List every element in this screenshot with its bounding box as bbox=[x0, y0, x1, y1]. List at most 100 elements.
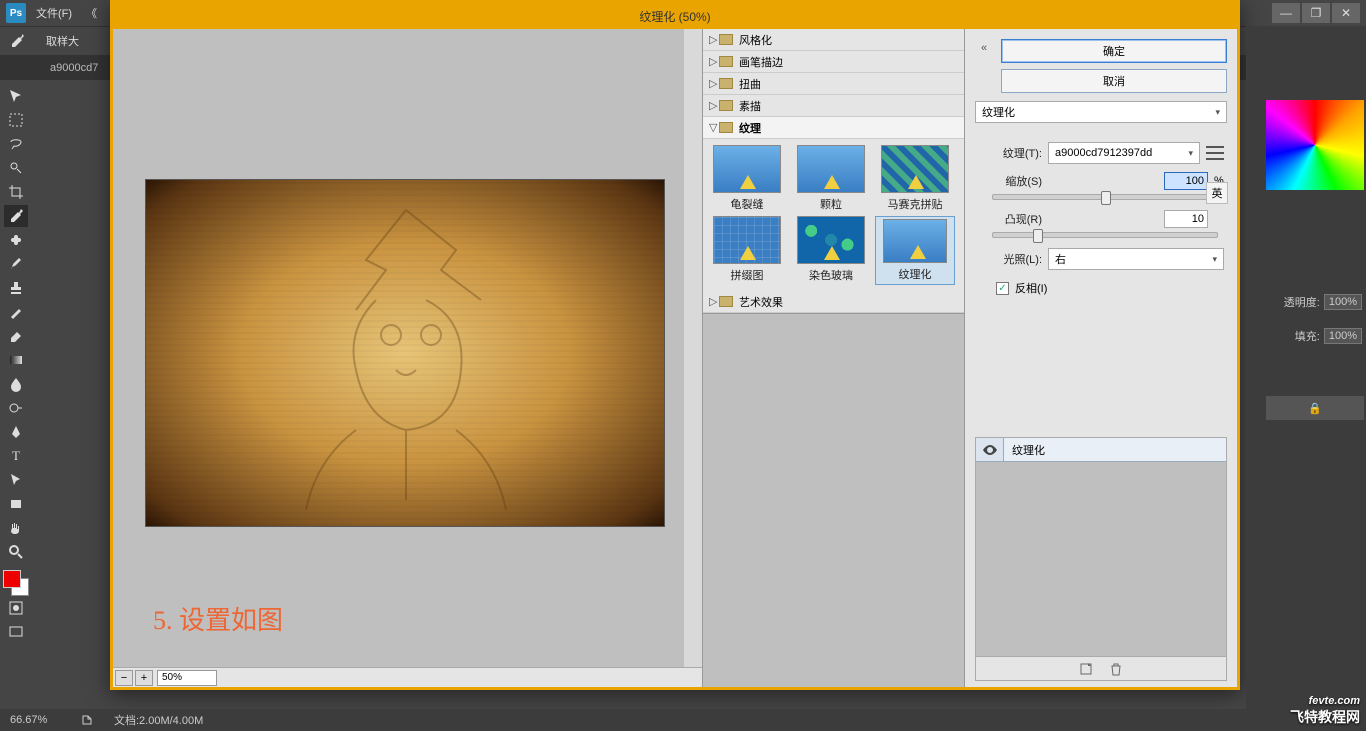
zoom-out-button[interactable]: − bbox=[115, 670, 133, 686]
texture-thumbnails: 龟裂缝 颗粒 马赛克拼贴 拼缀图 染色玻璃 纹理化 bbox=[703, 139, 964, 291]
category-label: 艺术效果 bbox=[739, 294, 783, 310]
delete-effect-icon[interactable] bbox=[1108, 661, 1124, 677]
marquee-tool[interactable] bbox=[4, 109, 28, 131]
thumb-texturizer[interactable]: 纹理化 bbox=[875, 216, 955, 285]
category-artistic[interactable]: ▷艺术效果 bbox=[703, 291, 964, 313]
scale-label: 缩放(S) bbox=[986, 173, 1042, 189]
category-brushstrokes[interactable]: ▷画笔描边 bbox=[703, 51, 964, 73]
filter-settings-pane: « 确定 取消 纹理化▾ 纹理(T): a9000cd7912397dd▾ 缩放… bbox=[965, 29, 1237, 687]
category-stylize[interactable]: ▷风格化 bbox=[703, 29, 964, 51]
filter-select-value: 纹理化 bbox=[982, 104, 1015, 120]
cancel-button[interactable]: 取消 bbox=[1001, 69, 1227, 93]
fill-value[interactable]: 100% bbox=[1324, 328, 1362, 344]
right-dock: 透明度: 100% 填充: 100% 🔒 bbox=[1246, 26, 1366, 726]
status-docinfo: 文档:2.00M/4.00M bbox=[114, 712, 203, 728]
pen-tool[interactable] bbox=[4, 421, 28, 443]
brush-tool[interactable] bbox=[4, 253, 28, 275]
healing-tool[interactable] bbox=[4, 229, 28, 251]
thumb-mosaic[interactable]: 马赛克拼贴 bbox=[875, 145, 955, 212]
eyedropper-icon bbox=[8, 32, 26, 50]
crop-tool[interactable] bbox=[4, 181, 28, 203]
document-tab[interactable]: a9000cd7 bbox=[40, 58, 108, 78]
foreground-color[interactable] bbox=[3, 570, 21, 588]
menu-more[interactable]: 《 bbox=[86, 5, 97, 21]
light-dropdown[interactable]: 右▾ bbox=[1048, 248, 1224, 270]
zoom-in-button[interactable]: + bbox=[135, 670, 153, 686]
filter-gallery-dialog: 纹理化 (50%) 5. 设置如图 − + 50% bbox=[110, 0, 1240, 690]
window-minimize[interactable]: — bbox=[1272, 3, 1300, 23]
relief-label: 凸现(R) bbox=[986, 211, 1042, 227]
texturizer-controls: 纹理(T): a9000cd7912397dd▾ 缩放(S) % 英 凸现(R) bbox=[975, 135, 1227, 307]
export-icon[interactable] bbox=[80, 713, 94, 727]
color-panel[interactable] bbox=[1266, 100, 1364, 190]
invert-label: 反相(I) bbox=[1015, 280, 1047, 296]
texture-value: a9000cd7912397dd bbox=[1055, 147, 1152, 159]
category-label: 画笔描边 bbox=[739, 54, 783, 70]
thumb-label: 拼缀图 bbox=[731, 267, 764, 283]
thumb-grain[interactable]: 颗粒 bbox=[791, 145, 871, 212]
watermark-cn: 飞特教程网 bbox=[1290, 707, 1360, 727]
invert-checkbox[interactable]: ✓ bbox=[996, 282, 1009, 295]
category-texture[interactable]: ▽纹理 bbox=[703, 117, 964, 139]
window-maximize[interactable]: ❐ bbox=[1302, 3, 1330, 23]
watermark-url: fevte.com bbox=[1309, 695, 1360, 707]
eyedropper-tool[interactable] bbox=[4, 205, 28, 227]
blur-tool[interactable] bbox=[4, 373, 28, 395]
filter-category-pane: ▷风格化 ▷画笔描边 ▷扭曲 ▷素描 ▽纹理 龟裂缝 颗粒 马赛克拼贴 拼缀图 … bbox=[703, 29, 965, 687]
type-tool[interactable]: T bbox=[4, 445, 28, 467]
new-effect-icon[interactable] bbox=[1078, 661, 1094, 677]
thumb-craquelure[interactable]: 龟裂缝 bbox=[707, 145, 787, 212]
ime-indicator: 英 bbox=[1206, 182, 1228, 204]
path-select-tool[interactable] bbox=[4, 469, 28, 491]
app-logo: Ps bbox=[6, 3, 26, 23]
visibility-toggle[interactable] bbox=[976, 438, 1004, 461]
filter-select[interactable]: 纹理化▾ bbox=[975, 101, 1227, 123]
zoom-value[interactable]: 50% bbox=[157, 670, 217, 686]
texture-menu-icon[interactable] bbox=[1206, 146, 1224, 160]
stamp-tool[interactable] bbox=[4, 277, 28, 299]
thumb-stainedglass[interactable]: 染色玻璃 bbox=[791, 216, 871, 285]
scale-slider[interactable] bbox=[992, 194, 1218, 200]
dodge-tool[interactable] bbox=[4, 397, 28, 419]
opacity-value[interactable]: 100% bbox=[1324, 294, 1362, 310]
dialog-title: 纹理化 (50%) bbox=[113, 3, 1237, 29]
quickselect-tool[interactable] bbox=[4, 157, 28, 179]
annotation-text: 5. 设置如图 bbox=[153, 600, 283, 637]
thumb-patchwork[interactable]: 拼缀图 bbox=[707, 216, 787, 285]
rectangle-tool[interactable] bbox=[4, 493, 28, 515]
scale-input[interactable] bbox=[1164, 172, 1208, 190]
thumb-label: 颗粒 bbox=[820, 196, 842, 212]
ok-button[interactable]: 确定 bbox=[1001, 39, 1227, 63]
window-close[interactable]: ✕ bbox=[1332, 3, 1360, 23]
color-swatch[interactable] bbox=[3, 570, 29, 596]
eye-icon bbox=[982, 444, 998, 456]
preview-scrollbar[interactable] bbox=[684, 29, 702, 667]
hand-tool[interactable] bbox=[4, 517, 28, 539]
status-zoom[interactable]: 66.67% bbox=[10, 714, 80, 726]
gradient-tool[interactable] bbox=[4, 349, 28, 371]
quickmask-toggle[interactable] bbox=[4, 597, 28, 619]
light-label: 光照(L): bbox=[986, 251, 1042, 267]
category-label: 纹理 bbox=[739, 120, 761, 136]
fill-label: 填充: bbox=[1295, 328, 1320, 344]
zoom-tool[interactable] bbox=[4, 541, 28, 563]
lasso-tool[interactable] bbox=[4, 133, 28, 155]
menu-file[interactable]: 文件(F) bbox=[36, 5, 72, 21]
relief-slider[interactable] bbox=[992, 232, 1218, 238]
effect-layer-item[interactable]: 纹理化 bbox=[976, 438, 1226, 462]
history-brush-tool[interactable] bbox=[4, 301, 28, 323]
lock-row: 🔒 bbox=[1266, 396, 1364, 420]
category-sketch[interactable]: ▷素描 bbox=[703, 95, 964, 117]
move-tool[interactable] bbox=[4, 85, 28, 107]
category-label: 素描 bbox=[739, 98, 761, 114]
relief-input[interactable] bbox=[1164, 210, 1208, 228]
window-controls: — ❐ ✕ bbox=[1270, 3, 1360, 23]
category-distort[interactable]: ▷扭曲 bbox=[703, 73, 964, 95]
category-empty-area bbox=[703, 313, 964, 687]
collapse-categories-button[interactable]: « bbox=[975, 39, 993, 57]
texture-dropdown[interactable]: a9000cd7912397dd▾ bbox=[1048, 142, 1200, 164]
preview-footer: − + 50% bbox=[113, 667, 702, 687]
eraser-tool[interactable] bbox=[4, 325, 28, 347]
thumb-label: 纹理化 bbox=[899, 266, 932, 282]
screenmode-toggle[interactable] bbox=[4, 621, 28, 643]
